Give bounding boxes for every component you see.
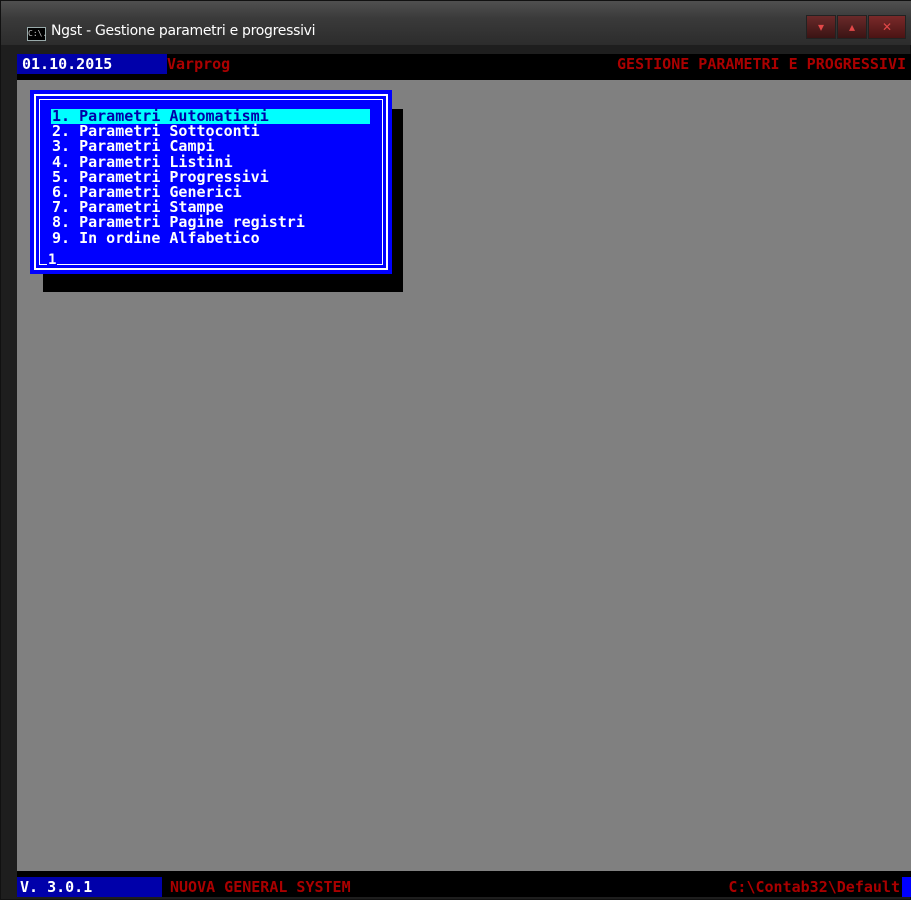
version-label: V. 3.0.1	[17, 877, 162, 897]
screen-title: GESTIONE PARAMETRI E PROGRESSIVI	[617, 55, 906, 73]
data-path-label: C:\Contab32\Default	[728, 877, 900, 897]
console-area: 01.10.2015 Varprog GESTIONE PARAMETRI E …	[17, 54, 911, 897]
menu-item-in-ordine-alfabetico[interactable]: 9. In ordine Alfabetico	[51, 230, 370, 246]
main-menu: 1. Parametri Automatismi 2. Parametri So…	[30, 90, 392, 274]
program-name: Varprog	[167, 54, 231, 74]
bottom-status-bar: V. 3.0.1 NUOVA GENERAL SYSTEM C:\Contab3…	[17, 877, 911, 897]
top-bar-separator	[164, 54, 166, 74]
close-icon[interactable]: ✕	[868, 15, 906, 39]
top-status-bar: 01.10.2015 Varprog GESTIONE PARAMETRI E …	[17, 54, 911, 74]
console-window: C:\. Ngst - Gestione parametri e progres…	[0, 0, 911, 900]
maximize-icon[interactable]: ▴	[837, 15, 867, 39]
menu-page-indicator: 1	[47, 252, 58, 268]
window-controls: ▾ ▴ ✕	[805, 15, 906, 39]
top-divider	[17, 74, 911, 80]
console-app-icon[interactable]: C:\.	[27, 27, 47, 41]
text-cursor	[902, 877, 911, 897]
menu-items: 1. Parametri Automatismi 2. Parametri So…	[51, 108, 370, 246]
window-title: Ngst - Gestione parametri e progressivi	[51, 23, 316, 39]
minimize-icon[interactable]: ▾	[806, 15, 836, 39]
title-bar[interactable]: C:\. Ngst - Gestione parametri e progres…	[1, 1, 911, 45]
date-label: 01.10.2015	[17, 54, 113, 74]
